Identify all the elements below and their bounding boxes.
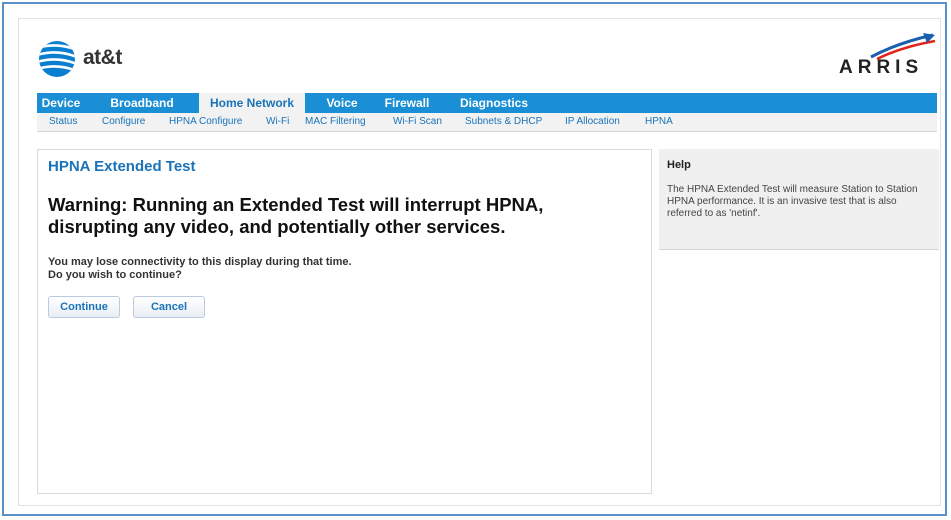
arris-logo: ARRIS bbox=[837, 31, 937, 79]
message-line-1: You may lose connectivity to this displa… bbox=[48, 256, 352, 268]
subtab-mac-filtering[interactable]: MAC Filtering bbox=[305, 113, 366, 131]
subtab-ip-allocation[interactable]: IP Allocation bbox=[565, 113, 620, 131]
main-nav: Device Broadband Home Network Voice Fire… bbox=[37, 93, 937, 113]
subtab-hpna[interactable]: HPNA bbox=[645, 113, 673, 131]
page-container: at&t ARRIS Device Broadband Home Network… bbox=[18, 18, 941, 506]
tab-diagnostics[interactable]: Diagnostics bbox=[449, 93, 539, 113]
subtab-configure[interactable]: Configure bbox=[102, 113, 145, 131]
warning-text: Warning: Running an Extended Test will i… bbox=[48, 194, 544, 237]
page-title: HPNA Extended Test bbox=[48, 158, 196, 175]
subtab-wifi[interactable]: Wi-Fi bbox=[266, 113, 289, 131]
cancel-button[interactable]: Cancel bbox=[133, 296, 205, 318]
subtab-wifi-scan[interactable]: Wi-Fi Scan bbox=[393, 113, 442, 131]
att-globe-icon bbox=[39, 41, 75, 77]
att-logo-text: at&t bbox=[83, 46, 122, 69]
subtab-subnets-dhcp[interactable]: Subnets & DHCP bbox=[465, 113, 542, 131]
main-panel: HPNA Extended Test Warning: Running an E… bbox=[37, 149, 652, 494]
tab-device[interactable]: Device bbox=[37, 93, 85, 113]
tab-firewall[interactable]: Firewall bbox=[377, 93, 437, 113]
subtab-status[interactable]: Status bbox=[49, 113, 77, 131]
tab-home-network[interactable]: Home Network bbox=[199, 93, 305, 113]
help-panel: Help The HPNA Extended Test will measure… bbox=[659, 149, 939, 250]
message-line-2: Do you wish to continue? bbox=[48, 269, 182, 281]
help-title: Help bbox=[667, 159, 691, 171]
tab-voice[interactable]: Voice bbox=[317, 93, 367, 113]
window-frame: at&t ARRIS Device Broadband Home Network… bbox=[2, 2, 947, 516]
message-text: You may lose connectivity to this displa… bbox=[48, 256, 352, 282]
arris-logo-text: ARRIS bbox=[839, 57, 924, 78]
subtab-hpna-configure[interactable]: HPNA Configure bbox=[169, 113, 242, 131]
help-text: The HPNA Extended Test will measure Stat… bbox=[667, 184, 918, 219]
sub-nav: Status Configure HPNA Configure Wi-Fi MA… bbox=[37, 113, 937, 132]
tab-broadband[interactable]: Broadband bbox=[97, 93, 187, 113]
continue-button[interactable]: Continue bbox=[48, 296, 120, 318]
